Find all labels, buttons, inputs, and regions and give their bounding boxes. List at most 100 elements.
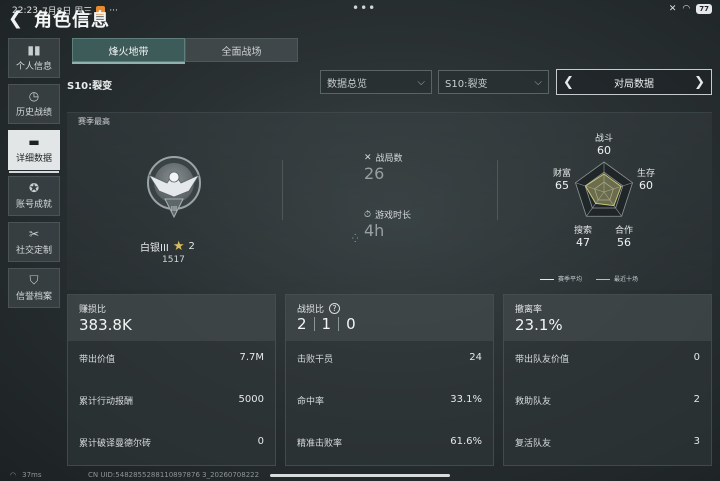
- kills-value: 2: [297, 315, 307, 333]
- sidebar-item-social[interactable]: ✂ 社交定制: [8, 222, 60, 262]
- stat-row-value: 3: [693, 436, 700, 447]
- page-title: 角色信息: [34, 10, 110, 31]
- divider: [338, 317, 340, 331]
- stat-row-value: 0: [693, 352, 700, 363]
- stat-row-value: 2: [693, 394, 700, 405]
- radar-label-cooperation: 合作 56: [606, 225, 642, 249]
- radar-label-search: 搜索 47: [565, 225, 601, 249]
- star-icon: ★: [172, 239, 185, 254]
- matches-value: 26: [364, 164, 385, 183]
- stat-row: 命中率 33.1%: [297, 394, 482, 407]
- rank-title: 白银III: [140, 243, 169, 254]
- legend-item: 最近十场: [596, 274, 638, 283]
- folder-icon: ▬: [28, 135, 40, 149]
- sidebar-item-details[interactable]: ▬ 详细数据: [8, 130, 60, 173]
- legend-label: 最近十场: [614, 276, 639, 283]
- stat-row: 复活队友 3: [515, 436, 700, 449]
- help-icon[interactable]: ?: [329, 303, 341, 314]
- sidebar-item-label: 个人信息: [15, 62, 52, 72]
- sidebar-item-achievements[interactable]: ✪ 账号成就: [8, 176, 60, 216]
- stat-row: 累计行动报酬 5000: [79, 394, 264, 407]
- season-best-label: 赛季最高: [78, 117, 110, 126]
- stat-row-label: 累计破译曼德尔砖: [79, 439, 152, 449]
- stat-row-value: 7.7M: [239, 352, 264, 363]
- stopwatch-icon: ⏱: [364, 209, 372, 220]
- chevron-down-icon: ⌵: [417, 76, 425, 88]
- chevron-left-icon[interactable]: ❮: [563, 75, 574, 90]
- match-data-label: 对局数据: [614, 78, 654, 90]
- network-status: ◠ 37ms: [10, 471, 41, 479]
- dropdown-value: 数据总览: [327, 78, 367, 90]
- sidebar-item-credit[interactable]: ⛉ 信誉档案: [8, 268, 60, 308]
- sidebar-item-label: 信誉档案: [15, 292, 52, 302]
- stat-row-label: 累计行动报酬: [79, 397, 134, 407]
- sidebar-item-label: 账号成就: [15, 200, 52, 210]
- assists-value: 0: [346, 315, 356, 333]
- wifi-icon: ◠: [10, 471, 17, 479]
- card-title-text: 战损比: [297, 305, 325, 315]
- sidebar-item-label: 社交定制: [15, 246, 52, 256]
- tab-fenghuo-zone[interactable]: 烽火地带: [72, 38, 185, 62]
- rank-emblem-icon: III: [147, 156, 201, 219]
- kd-card: 战损比 ? 2 1 0 击败干员 24 命中率 33.1% 精准击败率 61.6…: [285, 294, 494, 466]
- card-title: 撤离率: [515, 305, 543, 315]
- season-dropdown[interactable]: S10:裂变 ⌵: [438, 70, 549, 94]
- match-data-button[interactable]: ❮ 对局数据 ❯: [556, 69, 712, 95]
- matches-label-text: 战局数: [375, 154, 403, 164]
- stat-row: 击败干员 24: [297, 352, 482, 365]
- stat-row-value: 0: [257, 436, 264, 447]
- rank-score: 1517: [162, 255, 185, 265]
- multitask-dots-icon[interactable]: •••: [352, 1, 376, 15]
- radar-label-wealth: 财富 65: [544, 168, 580, 192]
- matches-label: ✕ 战局数: [364, 151, 403, 165]
- stat-row: 带出队友价值 0: [515, 352, 700, 365]
- stat-row-label: 击败干员: [297, 355, 334, 365]
- sidebar-item-history[interactable]: ◷ 历史战绩: [8, 84, 60, 124]
- more-dots-icon: ···: [109, 5, 118, 16]
- playtime-label-text: 游戏时长: [375, 211, 412, 221]
- playtime-value: 4h: [364, 221, 385, 240]
- stat-row-value: 5000: [238, 394, 264, 405]
- extraction-card: 撤离率 23.1% 带出队友价值 0 救助队友 2 复活队友 3: [503, 294, 712, 466]
- ping-value: 37ms: [22, 471, 42, 479]
- stat-row-value: 24: [469, 352, 482, 363]
- stat-row-label: 复活队友: [515, 439, 552, 449]
- stat-row-value: 61.6%: [450, 436, 482, 447]
- legend-label: 赛季平均: [558, 276, 583, 283]
- mute-icon: ✕: [668, 4, 677, 14]
- radar-legend: 赛季平均 最近十场: [540, 274, 638, 283]
- card-title: 赚损比: [79, 305, 107, 315]
- stat-row: 累计破译曼德尔砖 0: [79, 436, 264, 449]
- deaths-value: 1: [321, 315, 332, 333]
- dropdown-value: S10:裂变: [445, 78, 488, 90]
- divider: [313, 317, 315, 331]
- stat-row-label: 带出队友价值: [515, 355, 570, 365]
- stat-row-label: 带出价值: [79, 355, 116, 365]
- sidebar-item-profile[interactable]: ▮▮ 个人信息: [8, 38, 60, 78]
- rank-stars: 2: [188, 241, 195, 252]
- rank-name: 白银III ★ 2: [140, 239, 195, 254]
- status-bar-right: ✕ ◠ 77: [669, 4, 712, 14]
- card-value: 383.8K: [79, 316, 132, 334]
- stat-row-label: 精准击败率: [297, 439, 343, 449]
- wifi-icon: ◠: [682, 4, 691, 14]
- stat-row: 精准击败率 61.6%: [297, 436, 482, 449]
- tab-full-battlefield[interactable]: 全面战场: [185, 38, 298, 62]
- battery-indicator: 77: [696, 4, 712, 14]
- overview-dropdown[interactable]: 数据总览 ⌵: [320, 70, 432, 94]
- tab-active-underline: [72, 62, 185, 64]
- playtime-label: ⏱ 游戏时长: [364, 208, 412, 222]
- radar-axis-value: 47: [576, 236, 590, 249]
- radar-axis-value: 56: [617, 236, 631, 249]
- svg-text:III: III: [171, 205, 177, 213]
- radar-axis-value: 60: [597, 144, 611, 157]
- back-arrow-icon[interactable]: ❮: [8, 8, 23, 29]
- chevron-right-icon[interactable]: ❯: [694, 75, 705, 90]
- sidebar-item-label: 历史战绩: [15, 108, 52, 118]
- card-value: 23.1%: [515, 316, 563, 334]
- home-indicator[interactable]: [270, 474, 450, 477]
- card-title: 战损比 ?: [297, 302, 341, 315]
- divider: [497, 160, 498, 220]
- chevron-down-icon: ⌵: [534, 76, 542, 88]
- stat-row: 救助队友 2: [515, 394, 700, 407]
